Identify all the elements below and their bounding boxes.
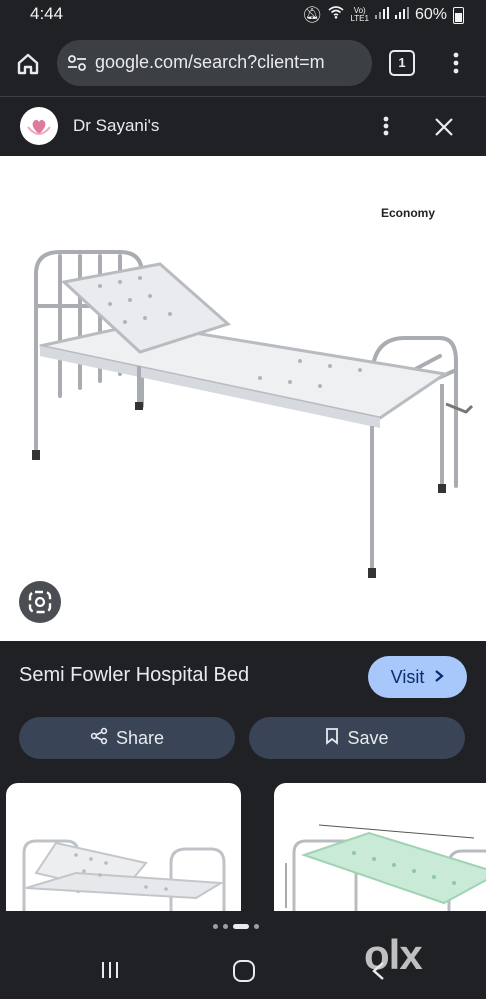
url-text[interactable]: google.com/search?client=m: [95, 52, 367, 73]
recent-apps-icon[interactable]: [100, 961, 120, 979]
battery-percent: 60%: [414, 6, 447, 23]
home-nav-icon[interactable]: [233, 960, 255, 982]
close-icon[interactable]: [432, 115, 456, 139]
image-label: Economy: [381, 206, 435, 220]
network-type: Vo) LTE1: [350, 6, 369, 23]
product-image[interactable]: Economy: [0, 156, 486, 641]
browser-toolbar: google.com/search?client=m 1: [0, 30, 486, 96]
related-image-2[interactable]: [274, 783, 486, 913]
related-image-1[interactable]: [6, 783, 241, 913]
carousel-dot: [254, 924, 259, 929]
bottom-area: olx: [0, 911, 486, 999]
share-icon: [90, 727, 108, 750]
image-panel-header: Dr Sayani's: [0, 96, 486, 157]
share-label: Share: [115, 727, 165, 748]
carousel-dot: [213, 924, 218, 929]
status-indicators: 🔕︎ Vo) LTE1 60%: [302, 5, 464, 25]
site-settings-icon[interactable]: [67, 53, 87, 73]
tab-switcher-button[interactable]: 1: [389, 50, 415, 76]
battery-icon: [453, 6, 464, 24]
carousel-indicator: [213, 924, 259, 929]
bookmark-icon: [325, 727, 339, 750]
home-icon[interactable]: [14, 50, 42, 78]
visit-button[interactable]: Visit: [368, 656, 467, 698]
visit-label: Visit: [390, 666, 425, 687]
hospital-bed-thumbnail-2: [285, 824, 486, 913]
lens-search-icon[interactable]: [19, 581, 61, 623]
hospital-bed-thumbnail-1: [22, 839, 226, 913]
signal-icon-2: [394, 6, 409, 24]
back-icon[interactable]: [370, 961, 386, 981]
save-button[interactable]: Save: [249, 717, 465, 759]
site-logo-icon: [20, 107, 58, 145]
hospital-bed-illustration: Economy: [32, 206, 474, 578]
result-title[interactable]: Semi Fowler Hospital Bed: [19, 664, 249, 687]
carousel-dot: [223, 924, 228, 929]
wifi-icon: [328, 6, 344, 24]
status-bar: 4:44 🔕︎ Vo) LTE1 60%: [0, 0, 486, 30]
more-menu-icon[interactable]: [446, 48, 466, 78]
address-bar[interactable]: google.com/search?client=m: [57, 40, 372, 86]
chevron-right-icon: [434, 667, 445, 688]
mute-icon: 🔕︎: [302, 7, 323, 24]
site-name[interactable]: Dr Sayani's: [73, 116, 159, 136]
status-time: 4:44: [30, 4, 64, 23]
save-label: Save: [347, 727, 389, 748]
more-options-icon[interactable]: [376, 111, 396, 141]
share-button[interactable]: Share: [19, 717, 235, 759]
carousel-dot-active: [233, 924, 249, 929]
signal-icon: [374, 6, 389, 24]
